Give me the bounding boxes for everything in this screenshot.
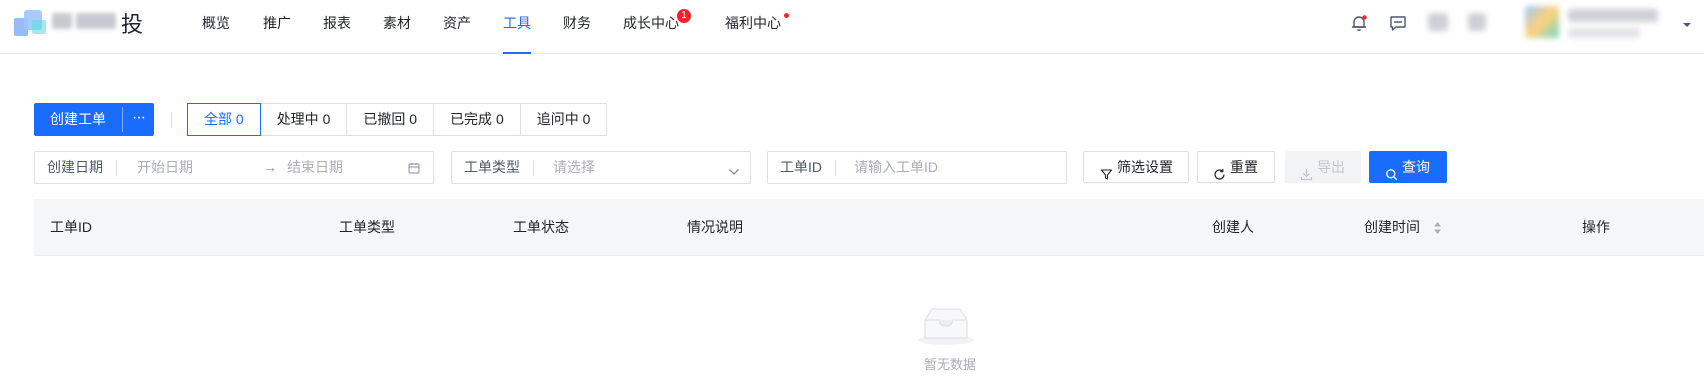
reset-label: 重置 [1230, 159, 1258, 175]
table-header: 工单ID 工单类型 工单状态 情况说明 创建人 创建时间 操作 [34, 199, 1704, 256]
column-header-actions: 操作 [1582, 219, 1610, 235]
welfare-center-dot [784, 13, 789, 18]
column-header-creator: 创建人 [1212, 219, 1254, 235]
refresh-icon [1213, 161, 1226, 180]
filter-settings-label: 筛选设置 [1117, 159, 1173, 175]
ticket-type-placeholder: 请选择 [553, 159, 595, 175]
status-tabs: 全部 0 处理中 0 已撤回 0 已完成 0 追问中 0 [187, 103, 608, 136]
brand-name-blurred [52, 13, 72, 29]
nav-item-tools[interactable]: 工具 [503, 0, 531, 54]
export-button[interactable]: 导出 [1285, 151, 1361, 183]
nav-item-finance[interactable]: 财务 [563, 0, 591, 54]
nav-item-growth-center[interactable]: 成长中心 [623, 0, 679, 54]
nav-item-overview[interactable]: 概览 [202, 0, 230, 54]
growth-center-badge: 1 [677, 9, 691, 23]
filter-settings-button[interactable]: 筛选设置 [1083, 151, 1189, 183]
ticket-type-select[interactable]: 工单类型 请选择 [451, 151, 751, 184]
sort-icon[interactable] [1433, 221, 1442, 235]
divider [835, 160, 836, 176]
avatar[interactable] [1525, 6, 1559, 38]
tab-all[interactable]: 全部 0 [187, 103, 261, 136]
created-date-label: 创建日期 [47, 159, 103, 175]
more-actions-button[interactable]: ··· [123, 103, 154, 136]
nav-item-welfare-center[interactable]: 福利中心 [725, 0, 781, 54]
ticket-id-input[interactable]: 请输入工单ID [854, 152, 938, 183]
ticket-type-label: 工单类型 [464, 159, 520, 175]
message-icon[interactable] [1388, 13, 1408, 33]
column-header-ticket-status: 工单状态 [513, 219, 569, 235]
blurred-account-icon[interactable] [1468, 13, 1486, 31]
empty-inbox-icon [915, 302, 977, 346]
reset-button[interactable]: 重置 [1197, 151, 1275, 183]
column-header-ticket-type: 工单类型 [339, 219, 395, 235]
export-label: 导出 [1317, 159, 1345, 175]
ticket-id-field[interactable]: 工单ID 请输入工单ID [767, 151, 1067, 184]
calendar-icon [408, 161, 420, 177]
nav-item-assets[interactable]: 资产 [443, 0, 471, 54]
create-ticket-split-button: 创建工单 ··· [34, 103, 154, 136]
bell-icon[interactable] [1349, 13, 1369, 33]
nav-item-materials[interactable]: 素材 [383, 0, 411, 54]
divider [116, 160, 117, 176]
nav-item-reports[interactable]: 报表 [323, 0, 351, 54]
tab-follow-up[interactable]: 追问中 0 [519, 103, 608, 136]
blurred-account-sub [1568, 28, 1640, 38]
tab-processing[interactable]: 处理中 0 [259, 103, 348, 136]
blurred-account-icon[interactable] [1428, 13, 1448, 31]
query-button[interactable]: 查询 [1369, 151, 1447, 183]
create-ticket-button[interactable]: 创建工单 [34, 103, 122, 136]
end-date-input[interactable]: 结束日期 [287, 152, 343, 183]
nav-item-promotion[interactable]: 推广 [263, 0, 291, 54]
divider [533, 160, 534, 176]
brand-name-suffix: 投 [121, 12, 144, 37]
search-icon [1385, 161, 1398, 181]
tab-withdrawn[interactable]: 已撤回 0 [346, 103, 435, 136]
empty-state-text: 暂无数据 [923, 357, 976, 372]
created-date-range-picker[interactable]: 创建日期 开始日期 → 结束日期 [34, 151, 434, 184]
column-header-created-time[interactable]: 创建时间 [1364, 199, 1420, 256]
column-header-description: 情况说明 [687, 219, 743, 235]
chevron-down-icon [728, 163, 740, 179]
chevron-down-icon[interactable] [1682, 16, 1692, 32]
top-navigation-bar: 投 概览 推广 报表 素材 资产 工具 财务 成长中心 1 福利中心 [0, 0, 1704, 54]
brand-logo-icon[interactable] [12, 8, 48, 38]
start-date-input[interactable]: 开始日期 [137, 152, 193, 183]
tab-completed[interactable]: 已完成 0 [433, 103, 521, 136]
blurred-account-name [1568, 9, 1658, 22]
filter-icon [1100, 161, 1113, 180]
date-range-arrow-icon: → [263, 159, 277, 175]
download-icon [1300, 161, 1313, 181]
ticket-id-label: 工单ID [780, 159, 822, 175]
divider [171, 112, 172, 128]
brand-name-blurred [76, 13, 116, 29]
column-header-ticket-id: 工单ID [50, 219, 92, 235]
query-label: 查询 [1402, 159, 1430, 175]
